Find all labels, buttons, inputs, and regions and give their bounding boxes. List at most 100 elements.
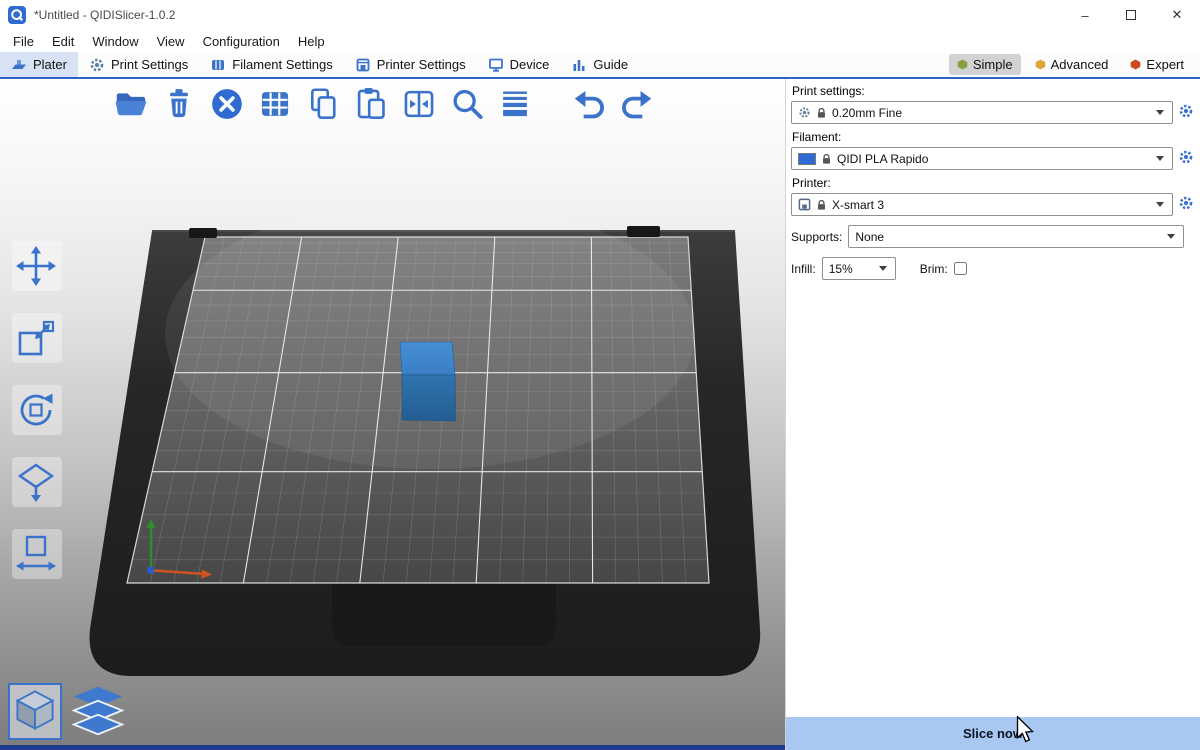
layers-preview-button[interactable] xyxy=(70,685,126,740)
printer-combo[interactable]: X-smart 3 xyxy=(791,193,1173,216)
tab-plater[interactable]: Plater xyxy=(0,52,78,77)
slice-now-button[interactable]: Slice now xyxy=(786,717,1200,750)
open-button[interactable] xyxy=(112,85,150,123)
filament-row: QIDI PLA Rapido xyxy=(791,147,1195,170)
3d-viewport[interactable] xyxy=(0,79,785,750)
gear-icon xyxy=(1178,195,1194,211)
3d-scene[interactable] xyxy=(0,79,785,750)
model-cube[interactable] xyxy=(400,342,456,421)
delete-all-button[interactable] xyxy=(208,85,246,123)
chevron-down-icon xyxy=(1156,202,1164,207)
rotate-tool-button[interactable] xyxy=(12,385,62,435)
supports-row: Supports: None xyxy=(791,225,1195,248)
maximize-button[interactable] xyxy=(1108,0,1154,30)
layers-preview-icon xyxy=(70,685,126,737)
printer-label: Printer: xyxy=(792,176,1195,190)
move-tool-button[interactable] xyxy=(12,241,62,291)
menu-file[interactable]: File xyxy=(4,34,43,49)
print-settings-row: 0.20mm Fine xyxy=(791,101,1195,124)
tab-filament-settings[interactable]: Filament Settings xyxy=(199,52,343,77)
tab-print-settings[interactable]: Print Settings xyxy=(78,52,199,77)
viewport-bottom-bar xyxy=(0,745,785,750)
lock-icon xyxy=(816,107,827,119)
printer-value: X-smart 3 xyxy=(832,198,884,212)
arrange-button[interactable] xyxy=(256,85,294,123)
filament-label: Filament: xyxy=(792,130,1195,144)
bed-clip xyxy=(189,228,217,238)
chevron-down-icon xyxy=(1156,110,1164,115)
print-settings-value: 0.20mm Fine xyxy=(832,106,902,120)
supports-label: Supports: xyxy=(791,230,842,244)
scale-tool-button[interactable] xyxy=(12,313,62,363)
mode-selector: Simple Advanced Expert xyxy=(949,52,1200,77)
measure-tool-button[interactable] xyxy=(12,529,62,579)
measure-icon xyxy=(14,532,58,576)
tab-label: Plater xyxy=(33,57,67,72)
close-button[interactable]: ✕ xyxy=(1154,0,1200,30)
move-icon xyxy=(14,244,58,288)
variable-layer-height-button[interactable] xyxy=(496,85,534,123)
chevron-down-icon xyxy=(1156,156,1164,161)
filament-gear-button[interactable] xyxy=(1177,149,1195,169)
place-on-face-tool-button[interactable] xyxy=(12,457,62,507)
chevron-down-icon xyxy=(879,266,887,271)
supports-value: None xyxy=(855,230,884,244)
expert-mode-dot-icon xyxy=(1130,59,1141,70)
view-toggles xyxy=(8,683,126,740)
tab-guide[interactable]: Guide xyxy=(560,52,639,77)
device-icon xyxy=(488,57,504,73)
printer-icon xyxy=(798,198,811,211)
menu-help[interactable]: Help xyxy=(289,34,334,49)
settings-sidebar: Print settings: 0.20mm Fine xyxy=(785,79,1200,750)
window-controls: – ✕ xyxy=(1062,0,1200,30)
printer-gear-button[interactable] xyxy=(1177,195,1195,215)
print-settings-combo[interactable]: 0.20mm Fine xyxy=(791,101,1173,124)
layer-height-icon xyxy=(496,85,534,123)
menu-configuration[interactable]: Configuration xyxy=(194,34,289,49)
search-icon xyxy=(448,85,486,123)
brim-label: Brim: xyxy=(920,262,948,276)
brim-checkbox[interactable] xyxy=(954,262,967,275)
redo-button[interactable] xyxy=(618,85,656,123)
tab-device[interactable]: Device xyxy=(477,52,561,77)
gear-icon xyxy=(798,106,811,119)
filament-icon xyxy=(210,57,226,73)
mode-label: Advanced xyxy=(1051,57,1109,72)
gizmo-toolbar xyxy=(12,241,62,579)
tab-label: Print Settings xyxy=(111,57,188,72)
menu-window[interactable]: Window xyxy=(83,34,147,49)
split-objects-button[interactable] xyxy=(400,85,438,123)
title-bar: *Untitled - QIDISlicer-1.0.2 – ✕ xyxy=(0,0,1200,30)
mode-expert[interactable]: Expert xyxy=(1122,54,1192,75)
paste-button[interactable] xyxy=(352,85,390,123)
mode-advanced[interactable]: Advanced xyxy=(1027,54,1117,75)
qidislicer-window: { "window": { "title": "*Untitled - QIDI… xyxy=(0,0,1200,750)
infill-row: Infill: 15% Brim: xyxy=(791,257,1195,280)
rotate-icon xyxy=(14,388,58,432)
gear-icon xyxy=(1178,103,1194,119)
app-logo-icon xyxy=(8,6,26,24)
menu-view[interactable]: View xyxy=(148,34,194,49)
viewport-toolbar xyxy=(112,85,656,123)
print-settings-gear-button[interactable] xyxy=(1177,103,1195,123)
guide-icon xyxy=(571,57,587,73)
tab-printer-settings[interactable]: Printer Settings xyxy=(344,52,477,77)
filament-value: QIDI PLA Rapido xyxy=(837,152,928,166)
undo-button[interactable] xyxy=(570,85,608,123)
trash-icon xyxy=(160,85,198,123)
tab-label: Device xyxy=(510,57,550,72)
menu-edit[interactable]: Edit xyxy=(43,34,83,49)
copy-button[interactable] xyxy=(304,85,342,123)
search-button[interactable] xyxy=(448,85,486,123)
supports-combo[interactable]: None xyxy=(848,225,1184,248)
delete-button[interactable] xyxy=(160,85,198,123)
split-objects-icon xyxy=(400,85,438,123)
infill-combo[interactable]: 15% xyxy=(822,257,896,280)
3d-editor-view-button[interactable] xyxy=(8,683,62,740)
infill-value: 15% xyxy=(829,262,853,276)
mode-simple[interactable]: Simple xyxy=(949,54,1021,75)
filament-combo[interactable]: QIDI PLA Rapido xyxy=(791,147,1173,170)
plater-icon xyxy=(11,57,27,73)
tab-bar: Plater Print Settings Filament Settings … xyxy=(0,52,1200,79)
minimize-button[interactable]: – xyxy=(1062,0,1108,30)
